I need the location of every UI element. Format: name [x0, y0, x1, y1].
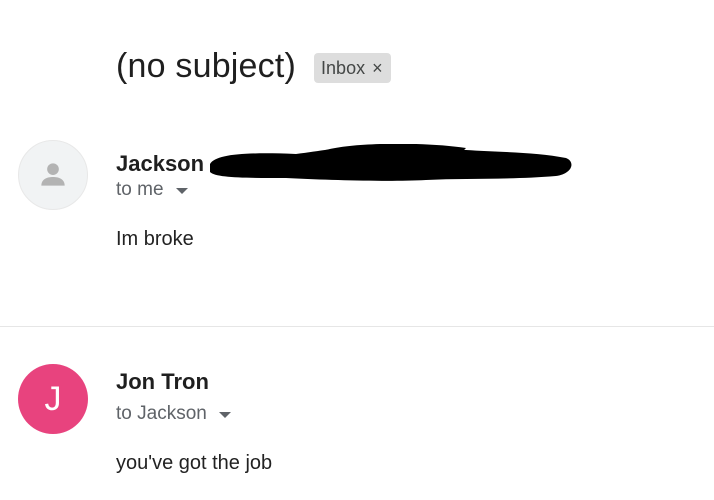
remove-label-icon[interactable]: × — [372, 58, 383, 79]
recipient-text: to Jackson — [116, 403, 207, 424]
inbox-label-text: Inbox — [321, 57, 366, 78]
recipient-details-toggle[interactable]: to Jackson — [116, 403, 231, 425]
message-body: Im broke — [116, 228, 194, 250]
message-item[interactable]: J Jon Tron to Jackson you've got the job — [0, 360, 714, 500]
sender-name[interactable]: Jon Tron — [116, 368, 209, 396]
sender-name-row: Jackson — [116, 144, 574, 184]
caret-down-icon — [175, 188, 188, 194]
sender-avatar[interactable]: J — [18, 364, 88, 434]
person-silhouette-icon — [41, 163, 65, 186]
message-divider — [0, 326, 714, 327]
redaction-scribble — [210, 144, 572, 181]
thread-subject: (no subject) — [116, 47, 297, 85]
default-person-avatar-icon[interactable] — [18, 140, 88, 210]
inbox-label-chip[interactable]: Inbox × — [314, 53, 391, 83]
recipient-text: to me — [116, 179, 164, 200]
message-item[interactable]: Jackson to me Im broke — [0, 136, 714, 326]
sender-name-row: Jon Tron — [116, 368, 209, 396]
message-body: you've got the job — [116, 452, 273, 474]
sender-name[interactable]: Jackson — [116, 150, 204, 178]
recipient-details-toggle[interactable]: to me — [116, 179, 188, 201]
subject-row: (no subject) Inbox × — [116, 44, 391, 88]
email-thread-view: (no subject) Inbox × Jackson to me Im br… — [0, 0, 714, 500]
caret-down-icon — [218, 412, 231, 418]
